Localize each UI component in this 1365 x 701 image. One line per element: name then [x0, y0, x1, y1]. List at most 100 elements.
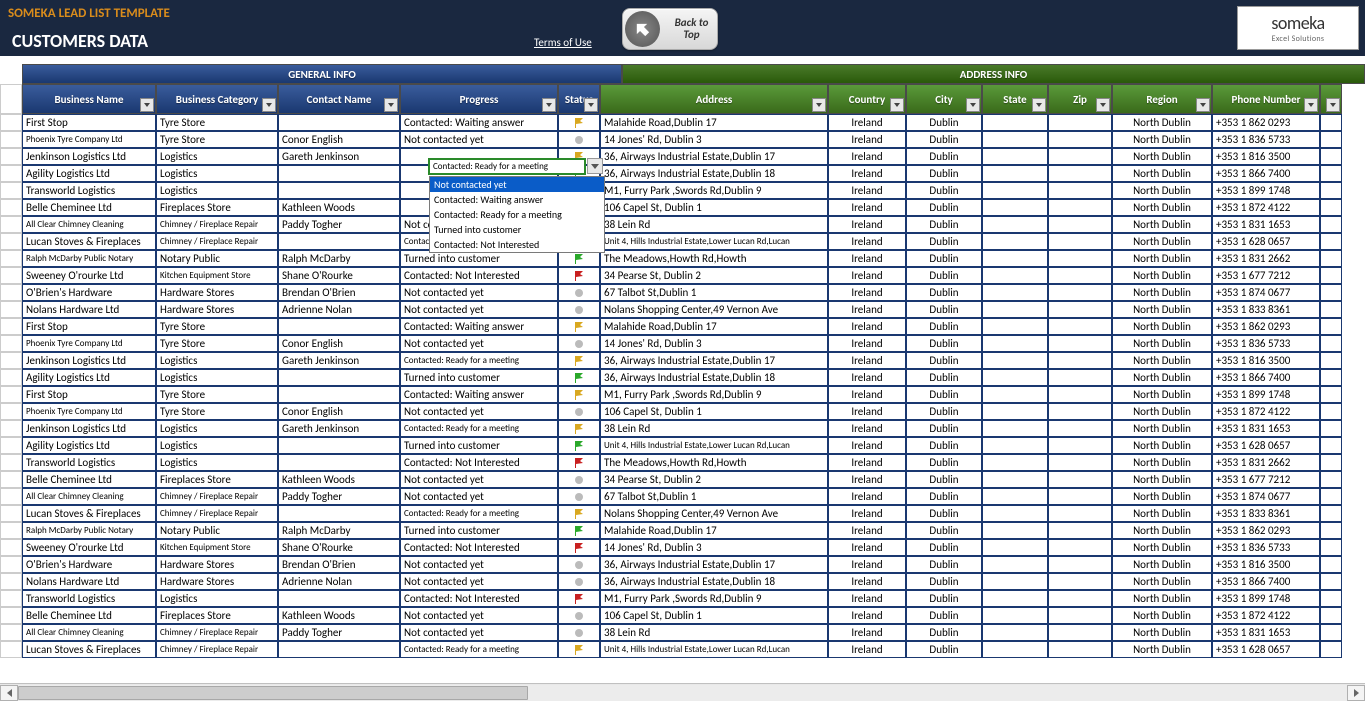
- cell[interactable]: North Dublin: [1112, 386, 1212, 403]
- cell[interactable]: Kitchen Equipment Store: [156, 267, 278, 284]
- cell[interactable]: Turned into customer: [400, 437, 558, 454]
- cell[interactable]: [982, 318, 1048, 335]
- cell[interactable]: North Dublin: [1112, 403, 1212, 420]
- cell[interactable]: Ireland: [828, 335, 906, 352]
- cell[interactable]: Contacted: Not Interested: [400, 454, 558, 471]
- cell[interactable]: Logistics: [156, 420, 278, 437]
- cell[interactable]: Dublin: [906, 318, 982, 335]
- cell[interactable]: [1320, 590, 1342, 607]
- cell[interactable]: [982, 556, 1048, 573]
- cell[interactable]: [1048, 624, 1112, 641]
- cell[interactable]: [1048, 131, 1112, 148]
- cell[interactable]: Tyre Store: [156, 403, 278, 420]
- cell[interactable]: North Dublin: [1112, 471, 1212, 488]
- cell[interactable]: [0, 216, 22, 233]
- cell[interactable]: [1048, 522, 1112, 539]
- cell[interactable]: [1048, 284, 1112, 301]
- scroll-track[interactable]: [18, 685, 1347, 701]
- filter-icon[interactable]: [812, 98, 826, 112]
- cell[interactable]: Notary Public: [156, 522, 278, 539]
- filter-icon[interactable]: [262, 98, 276, 112]
- cell[interactable]: [278, 114, 400, 131]
- cell[interactable]: Dublin: [906, 522, 982, 539]
- cell[interactable]: [982, 471, 1048, 488]
- cell[interactable]: [278, 437, 400, 454]
- cell[interactable]: Brendan O'Brien: [278, 284, 400, 301]
- cell[interactable]: Transworld Logistics: [22, 182, 156, 199]
- cell[interactable]: [1320, 233, 1342, 250]
- cell[interactable]: Agility Logistics Ltd: [22, 165, 156, 182]
- cell[interactable]: North Dublin: [1112, 233, 1212, 250]
- cell[interactable]: [1320, 624, 1342, 641]
- cell[interactable]: [1320, 284, 1342, 301]
- cell[interactable]: Dublin: [906, 352, 982, 369]
- cell[interactable]: Dublin: [906, 471, 982, 488]
- cell[interactable]: [0, 641, 22, 658]
- cell[interactable]: 106 Capel St, Dublin 1: [600, 199, 828, 216]
- cell[interactable]: [1320, 573, 1342, 590]
- cell[interactable]: [1048, 420, 1112, 437]
- filter-icon[interactable]: [140, 98, 154, 112]
- cell[interactable]: [0, 471, 22, 488]
- cell[interactable]: Malahide Road,Dublin 17: [600, 522, 828, 539]
- cell[interactable]: [0, 539, 22, 556]
- cell[interactable]: 14 Jones' Rd, Dublin 3: [600, 131, 828, 148]
- cell[interactable]: Ireland: [828, 641, 906, 658]
- cell[interactable]: [558, 335, 600, 352]
- cell[interactable]: First Stop: [22, 318, 156, 335]
- cell[interactable]: [1320, 522, 1342, 539]
- cell[interactable]: Hardware Stores: [156, 284, 278, 301]
- cell[interactable]: [1048, 369, 1112, 386]
- cell[interactable]: Logistics: [156, 182, 278, 199]
- cell[interactable]: [558, 114, 600, 131]
- cell[interactable]: Dublin: [906, 607, 982, 624]
- cell[interactable]: Conor English: [278, 403, 400, 420]
- cell[interactable]: [558, 488, 600, 505]
- cell[interactable]: Ireland: [828, 437, 906, 454]
- cell[interactable]: Not contacted yet: [400, 301, 558, 318]
- cell[interactable]: 106 Capel St, Dublin 1: [600, 403, 828, 420]
- cell[interactable]: Fireplaces Store: [156, 607, 278, 624]
- cell[interactable]: Dublin: [906, 573, 982, 590]
- cell[interactable]: Chimney / Fireplace Repair: [156, 505, 278, 522]
- cell[interactable]: Chimney / Fireplace Repair: [156, 216, 278, 233]
- cell[interactable]: 36, Airways Industrial Estate,Dublin 17: [600, 556, 828, 573]
- cell[interactable]: Dublin: [906, 267, 982, 284]
- cell[interactable]: Ireland: [828, 165, 906, 182]
- cell[interactable]: [0, 165, 22, 182]
- cell[interactable]: [278, 369, 400, 386]
- cell[interactable]: [1320, 369, 1342, 386]
- cell[interactable]: [278, 454, 400, 471]
- cell[interactable]: Transworld Logistics: [22, 454, 156, 471]
- cell[interactable]: Paddy Togher: [278, 216, 400, 233]
- cell[interactable]: [1320, 505, 1342, 522]
- cell[interactable]: Hardware Stores: [156, 301, 278, 318]
- cell[interactable]: Nolans Shopping Center,49 Vernon Ave: [600, 301, 828, 318]
- filter-icon[interactable]: [1096, 98, 1110, 112]
- cell[interactable]: [982, 420, 1048, 437]
- cell[interactable]: Ireland: [828, 199, 906, 216]
- cell[interactable]: [0, 318, 22, 335]
- cell[interactable]: [0, 148, 22, 165]
- cell[interactable]: Fireplaces Store: [156, 199, 278, 216]
- dropdown-option[interactable]: Turned into customer: [430, 222, 604, 237]
- cell[interactable]: Dublin: [906, 250, 982, 267]
- cell[interactable]: Lucan Stoves & Fireplaces: [22, 233, 156, 250]
- cell[interactable]: [982, 624, 1048, 641]
- cell[interactable]: [1048, 488, 1112, 505]
- cell[interactable]: +353 1 628 0657: [1212, 437, 1320, 454]
- cell[interactable]: North Dublin: [1112, 182, 1212, 199]
- cell[interactable]: Lucan Stoves & Fireplaces: [22, 641, 156, 658]
- cell[interactable]: [982, 182, 1048, 199]
- cell[interactable]: North Dublin: [1112, 573, 1212, 590]
- cell[interactable]: Kathleen Woods: [278, 199, 400, 216]
- cell[interactable]: Logistics: [156, 454, 278, 471]
- cell[interactable]: Contacted: Waiting answer: [400, 318, 558, 335]
- cell[interactable]: Ireland: [828, 420, 906, 437]
- cell[interactable]: The Meadows,Howth Rd,Howth: [600, 250, 828, 267]
- cell[interactable]: Unit 4, Hills Industrial Estate,Lower Lu…: [600, 233, 828, 250]
- cell[interactable]: Ralph McDarby Public Notary: [22, 250, 156, 267]
- cell[interactable]: [0, 386, 22, 403]
- cell[interactable]: [558, 573, 600, 590]
- cell[interactable]: North Dublin: [1112, 437, 1212, 454]
